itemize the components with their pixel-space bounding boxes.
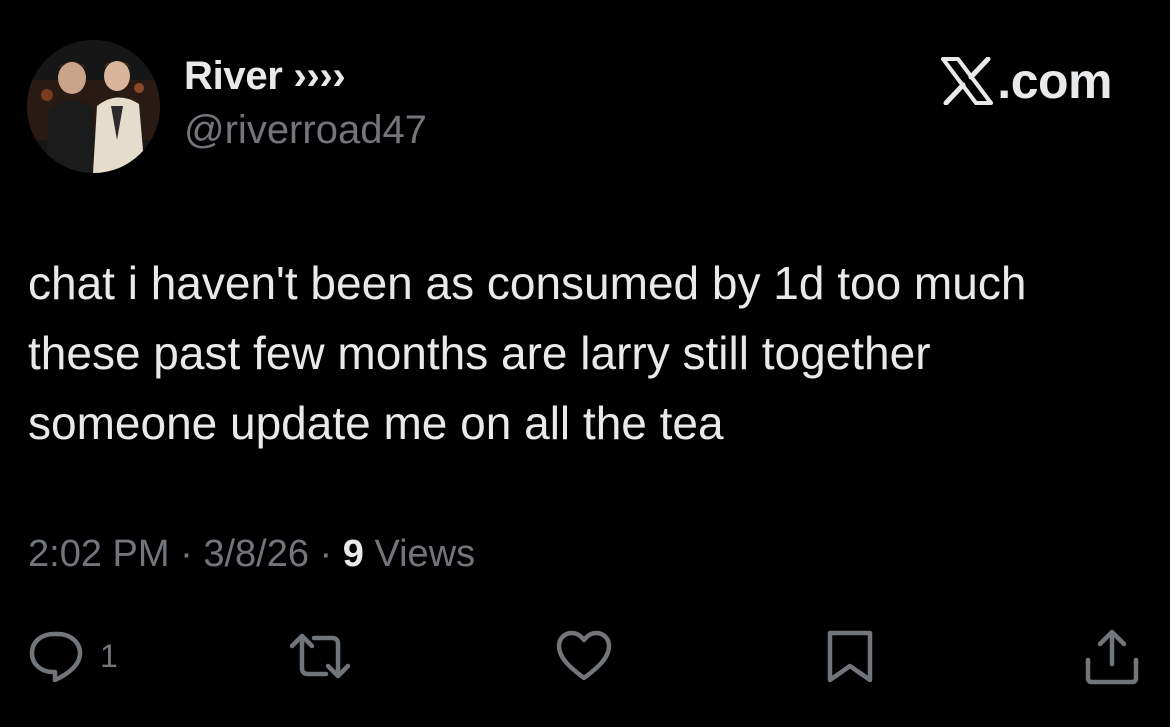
site-watermark: .com (941, 52, 1112, 110)
repost-button[interactable] (286, 628, 354, 684)
site-label: .com (997, 53, 1112, 109)
meta-separator: · (319, 533, 333, 575)
post-time[interactable]: 2:02 PM (28, 533, 170, 575)
share-icon (1082, 628, 1142, 686)
meta-separator: · (180, 533, 193, 575)
post-meta: 2:02 PM · 3/8/26 · 9 Views (28, 533, 475, 576)
avatar-photo (27, 40, 160, 173)
bookmark-icon (822, 628, 878, 686)
views-count: 9 (342, 533, 364, 575)
post-card: River ›››› @riverroad47 .com chat i have… (0, 0, 1170, 727)
display-name[interactable]: River ›››› (184, 54, 346, 99)
reply-bubble-icon (26, 628, 86, 684)
bookmark-button[interactable] (822, 628, 878, 686)
avatar[interactable] (27, 40, 160, 173)
repost-icon (286, 628, 354, 684)
like-button[interactable] (554, 628, 614, 684)
views-label: Views (374, 533, 476, 575)
share-button[interactable] (1082, 628, 1142, 686)
user-handle[interactable]: @riverroad47 (184, 108, 427, 153)
x-logo-icon (941, 57, 994, 105)
post-date[interactable]: 3/8/26 (203, 533, 309, 575)
reply-count: 1 (100, 637, 118, 674)
post-text: chat i haven't been as consumed by 1d to… (28, 257, 1027, 449)
heart-icon (554, 628, 614, 684)
reply-button[interactable]: 1 (26, 628, 118, 684)
